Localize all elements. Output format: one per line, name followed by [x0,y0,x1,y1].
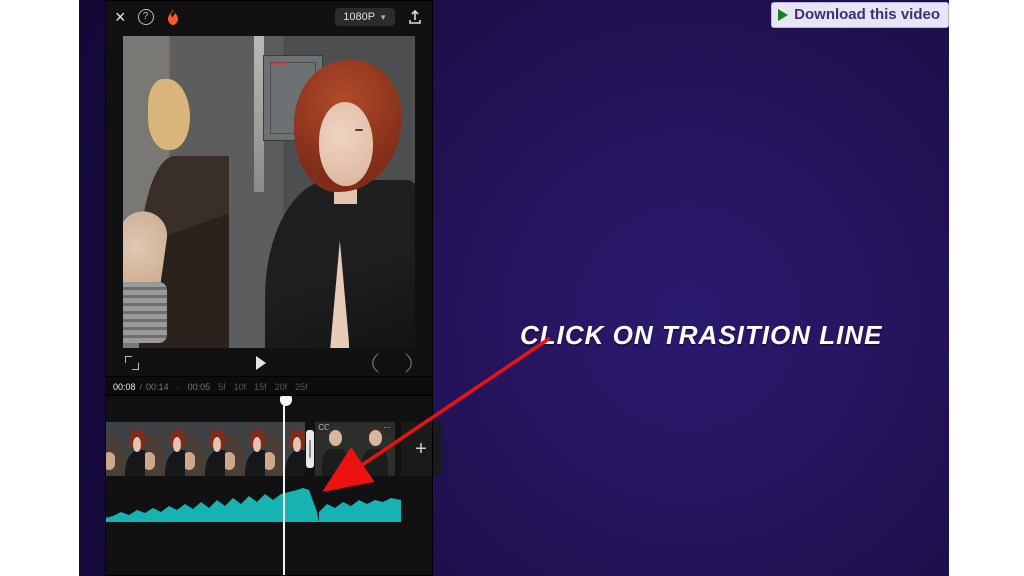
ruler-mark: 20f [275,382,288,392]
time-ruler[interactable]: 00:08 / 00:14 · 00:05 5f 10f 15f 20f 25f [105,376,433,396]
ruler-mark: 5f [218,382,226,392]
resolution-button[interactable]: 1080P ▼ [335,8,395,26]
flame-icon[interactable] [166,9,180,25]
help-icon[interactable]: ? [138,9,154,25]
clip-thumb[interactable] [185,422,225,476]
instruction-text: CLICK ON TRASITION LINE [520,320,882,351]
export-icon[interactable] [407,9,423,25]
clip-thumb[interactable]: CC [315,422,355,476]
clip-thumb[interactable] [105,422,145,476]
ruler-mark: 25f [295,382,308,392]
stage: × ? 1080P ▼ [0,0,1024,576]
clip-track[interactable]: CC ⋯ + [105,422,441,476]
download-video-button[interactable]: Download this video [771,2,949,28]
ruler-mark: 10f [234,382,247,392]
preview[interactable] [123,36,415,348]
ruler-mark: 15f [254,382,267,392]
chevron-down-icon: ▼ [379,13,387,22]
add-clip-button[interactable]: + [401,422,441,476]
clip-thumb[interactable]: ⋯ [355,422,395,476]
transport-bar [105,348,433,376]
clip-thumb[interactable] [265,422,305,476]
audio-track[interactable] [105,482,401,522]
topbar: × ? 1080P ▼ [105,0,433,34]
video-editor: × ? 1080P ▼ [105,0,433,576]
current-time: 00:08 [113,382,136,392]
redo-icon[interactable] [396,353,416,373]
clip-thumb[interactable] [145,422,185,476]
total-time: 00:14 [146,382,169,392]
play-button[interactable] [256,356,266,370]
playhead[interactable] [283,396,285,576]
ruler-mark: 00:05 [188,382,211,392]
undo-icon[interactable] [368,353,388,373]
download-label: Download this video [794,6,940,23]
clip-thumb[interactable] [225,422,265,476]
transition-handle[interactable] [305,422,315,476]
fullscreen-icon[interactable] [125,356,139,370]
play-icon [778,9,788,21]
preview-frame [123,36,415,348]
cc-badge: ⋯ [381,424,393,434]
resolution-label: 1080P [343,11,375,23]
close-icon[interactable]: × [115,7,126,28]
plus-icon: + [415,438,427,461]
time-sep: / [140,382,143,392]
timeline[interactable]: CC ⋯ + [105,396,433,576]
